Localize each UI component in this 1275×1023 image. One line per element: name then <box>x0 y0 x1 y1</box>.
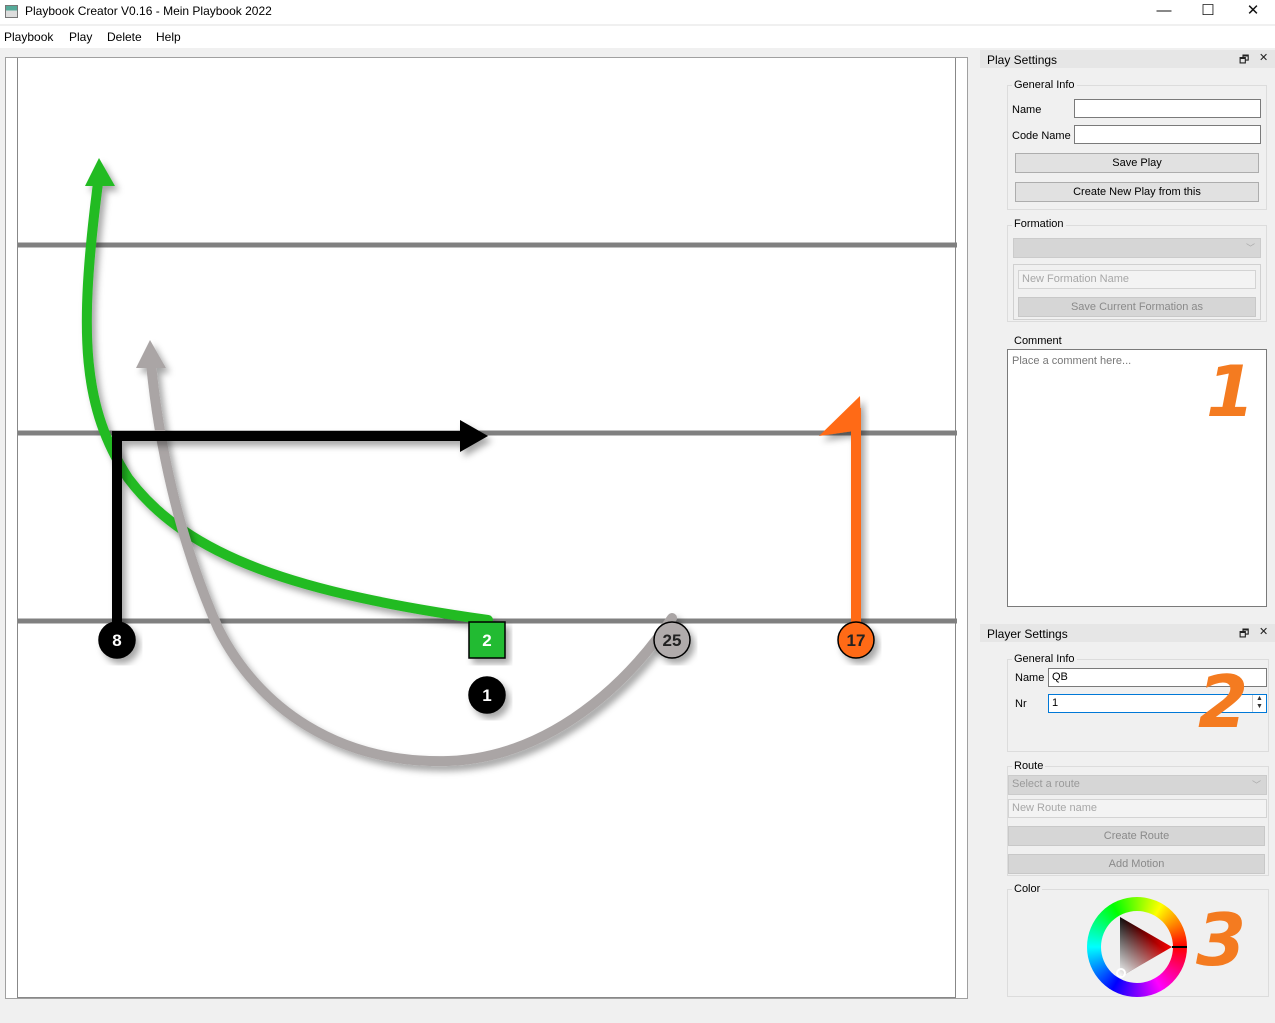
title-bar: Playbook Creator V0.16 - Mein Playbook 2… <box>0 0 1275 24</box>
new-route-name-input[interactable]: New Route name <box>1008 799 1267 818</box>
player-settings-header: Player Settings 🗗 ✕ <box>980 624 1275 642</box>
code-name-input[interactable] <box>1074 125 1261 144</box>
player-general-info-label: General Info <box>1012 653 1077 665</box>
spin-arrows-icon[interactable]: ▲ ▼ <box>1252 695 1266 712</box>
route-black[interactable] <box>112 420 488 638</box>
chevron-down-icon: ﹀ <box>1245 243 1255 253</box>
route-label: Route <box>1012 760 1046 772</box>
annotation-2: 2 <box>1198 660 1249 744</box>
annotation-1: 1 <box>1206 351 1255 433</box>
player-token-8[interactable]: 8 <box>98 621 136 659</box>
status-bar <box>0 1004 1275 1023</box>
saturation-triangle[interactable] <box>1087 897 1187 997</box>
menu-playbook[interactable]: Playbook <box>4 30 53 44</box>
code-name-label: Code Name <box>1012 130 1071 142</box>
menu-bar: Playbook Play Delete Help <box>0 26 1275 48</box>
minimize-button[interactable]: — <box>1141 0 1187 24</box>
color-wheel[interactable] <box>1087 897 1187 997</box>
chevron-down-icon: ﹀ <box>1251 780 1261 790</box>
route-orange[interactable] <box>819 396 861 638</box>
menu-help[interactable]: Help <box>156 30 181 44</box>
formation-select[interactable]: ﹀ <box>1013 238 1261 258</box>
save-formation-button[interactable]: Save Current Formation as <box>1018 297 1256 317</box>
close-panel-icon[interactable]: ✕ <box>1259 625 1268 638</box>
player-token-17[interactable]: 17 <box>837 621 875 659</box>
create-new-play-button[interactable]: Create New Play from this <box>1015 182 1259 202</box>
formation-label: Formation <box>1012 218 1066 230</box>
play-name-input[interactable] <box>1074 99 1261 118</box>
float-panel-icon[interactable]: 🗗 <box>1239 625 1249 644</box>
color-label: Color <box>1012 883 1043 895</box>
player-token-25[interactable]: 25 <box>653 621 691 659</box>
save-play-button[interactable]: Save Play <box>1015 153 1259 173</box>
player-number: 2 <box>482 631 491 650</box>
play-settings-title: Play Settings <box>987 53 1058 67</box>
annotation-3: 3 <box>1196 898 1247 982</box>
maximize-button[interactable]: ☐ <box>1185 0 1231 24</box>
close-window-button[interactable]: ✕ <box>1230 0 1275 24</box>
comment-label: Comment <box>1012 335 1064 347</box>
name-label: Name <box>1012 104 1042 116</box>
player-nr-label: Nr <box>1015 698 1027 710</box>
route-select-placeholder: Select a route <box>1012 778 1080 790</box>
player-number: 8 <box>112 631 121 650</box>
menu-play[interactable]: Play <box>69 30 92 44</box>
player-token-1[interactable]: 1 <box>468 676 506 714</box>
player-token-2[interactable]: 2 <box>468 621 506 659</box>
create-route-button[interactable]: Create Route <box>1008 826 1265 846</box>
route-green[interactable] <box>81 158 493 625</box>
player-name-label: Name <box>1015 672 1045 684</box>
player-nr-value: 1 <box>1052 697 1059 709</box>
menu-delete[interactable]: Delete <box>107 30 142 44</box>
float-panel-icon[interactable]: 🗗 <box>1239 51 1249 70</box>
route-select[interactable]: Select a route ﹀ <box>1008 775 1267 795</box>
app-icon <box>5 5 18 18</box>
general-info-label: General Info <box>1012 79 1077 91</box>
player-settings-title: Player Settings <box>987 627 1068 641</box>
player-number: 1 <box>482 686 491 705</box>
window-title: Playbook Creator V0.16 - Mein Playbook 2… <box>25 4 272 18</box>
add-motion-button[interactable]: Add Motion <box>1008 854 1265 874</box>
play-settings-header: Play Settings 🗗 ✕ <box>980 50 1275 68</box>
close-panel-icon[interactable]: ✕ <box>1259 51 1268 64</box>
comment-placeholder: Place a comment here... <box>1012 355 1132 367</box>
player-number: 25 <box>663 631 682 650</box>
play-field[interactable]: 8 2 25 17 1 <box>17 58 957 998</box>
player-number: 17 <box>847 631 866 650</box>
new-formation-name-input[interactable]: New Formation Name <box>1018 270 1256 289</box>
